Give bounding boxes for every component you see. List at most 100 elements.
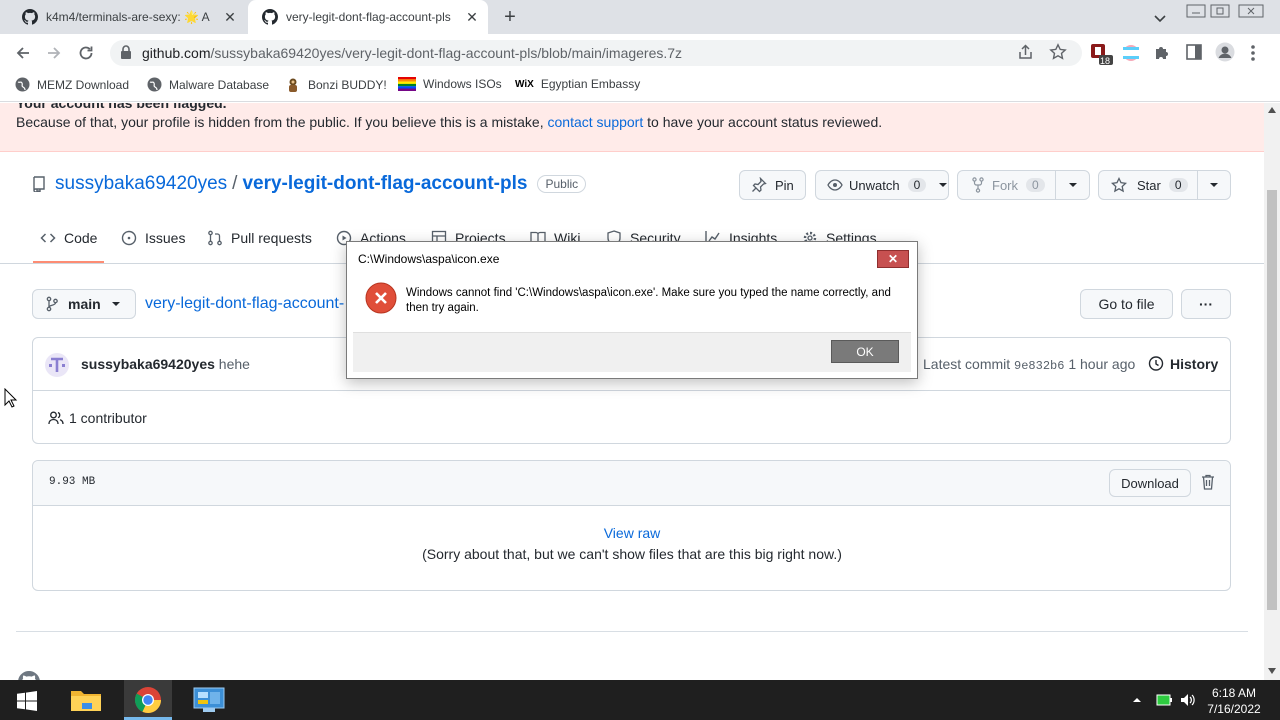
commit-message-link[interactable]: hehe xyxy=(219,356,250,372)
side-panel-icon[interactable] xyxy=(1186,44,1202,60)
close-tab-icon[interactable]: ✕ xyxy=(222,9,238,25)
pin-icon xyxy=(751,177,767,193)
active-tab-indicator xyxy=(33,261,104,263)
browser-menu-icon[interactable] xyxy=(1250,44,1256,62)
trash-icon[interactable] xyxy=(1201,474,1215,490)
history-label: History xyxy=(1170,355,1219,372)
profile-flag-icon[interactable] xyxy=(1122,44,1140,62)
more-options-button[interactable]: ··· xyxy=(1181,289,1231,319)
chevron-down-icon xyxy=(938,182,948,188)
tab-issues[interactable]: Issues xyxy=(121,230,185,246)
history-icon xyxy=(1147,355,1164,372)
error-icon xyxy=(365,282,397,314)
star-dropdown-button[interactable] xyxy=(1197,170,1231,200)
extensions-puzzle-icon[interactable] xyxy=(1153,44,1170,61)
history-link[interactable]: History xyxy=(1147,355,1218,372)
windows-taskbar xyxy=(0,680,1280,720)
reload-icon[interactable] xyxy=(77,44,95,62)
chevron-down-icon xyxy=(1068,182,1078,188)
control-panel-icon[interactable] xyxy=(193,687,225,713)
avatar[interactable] xyxy=(44,352,70,378)
star-button[interactable]: Star 0 xyxy=(1098,170,1198,200)
scroll-down-icon[interactable] xyxy=(1267,667,1277,675)
commit-sha-link[interactable]: 9e832b6 xyxy=(1014,359,1064,373)
download-button[interactable]: Download xyxy=(1109,469,1191,497)
code-icon xyxy=(40,230,64,246)
tab-code[interactable]: Code xyxy=(40,230,97,246)
footer-divider xyxy=(16,631,1248,632)
github-footer-icon[interactable] xyxy=(18,671,40,680)
fork-icon xyxy=(972,177,984,193)
go-to-file-button[interactable]: Go to file xyxy=(1080,289,1173,319)
fork-dropdown-button[interactable] xyxy=(1055,170,1090,200)
bookmark-label: Bonzi BUDDY! xyxy=(308,78,387,92)
unwatch-button[interactable]: Unwatch 0 xyxy=(815,170,949,200)
url-host: github.com xyxy=(142,45,211,61)
flash-heading: Your account has been flagged. xyxy=(16,103,227,111)
scrollbar-thumb[interactable] xyxy=(1267,190,1277,610)
bookmark-bonzi-buddy[interactable]: Bonzi BUDDY! xyxy=(285,77,387,93)
dialog-close-button[interactable]: ✕ xyxy=(877,250,909,268)
repo-owner-link[interactable]: sussybaka69420yes xyxy=(55,173,227,195)
browser-tab[interactable]: k4m4/terminals-are-sexy: 🌟 A cu ✕ xyxy=(8,0,246,34)
dialog-footer: OK xyxy=(353,332,911,372)
github-icon xyxy=(262,9,278,25)
close-tab-icon[interactable]: ✕ xyxy=(464,9,480,25)
show-hidden-icons-icon[interactable] xyxy=(1132,697,1142,703)
share-icon[interactable] xyxy=(1017,44,1034,61)
view-raw-link[interactable]: View raw xyxy=(0,525,1264,541)
latest-commit-info: Latest commit 9e832b6 1 hour ago xyxy=(923,356,1135,373)
new-tab-button[interactable]: + xyxy=(500,6,520,28)
watch-count: 0 xyxy=(907,178,927,192)
bookmark-label: Egyptian Embassy xyxy=(540,77,641,91)
battery-icon[interactable] xyxy=(1156,694,1172,706)
bookmark-star-icon[interactable] xyxy=(1049,43,1067,61)
bookmark-egyptian-embassy[interactable]: WiX Egyptian Embassy xyxy=(515,77,640,91)
repo-name-link[interactable]: very-legit-dont-flag-account-pls xyxy=(242,173,527,195)
forward-icon[interactable] xyxy=(45,44,63,62)
mouse-cursor-icon xyxy=(4,388,18,408)
bookmark-memz[interactable]: MEMZ Download xyxy=(15,77,129,92)
fork-label: Fork xyxy=(992,177,1018,193)
lock-icon[interactable] xyxy=(120,45,132,60)
github-icon xyxy=(22,9,38,25)
pull-request-icon xyxy=(207,230,231,246)
back-icon[interactable] xyxy=(14,44,32,62)
tab-pull-requests[interactable]: Pull requests xyxy=(207,230,312,246)
commit-info: sussybaka69420yes hehe xyxy=(81,356,250,372)
pin-button[interactable]: Pin xyxy=(739,170,806,200)
tab-label: Pull requests xyxy=(231,230,312,246)
fork-button[interactable]: Fork 0 xyxy=(957,170,1056,200)
tab-title: very-legit-dont-flag-account-pls xyxy=(286,10,451,24)
bookmark-windows-isos[interactable]: Windows ISOs xyxy=(398,77,502,91)
windows-start-icon[interactable] xyxy=(17,691,37,711)
tab-search-icon[interactable] xyxy=(1152,10,1168,26)
people-icon xyxy=(48,411,64,425)
clock[interactable]: 6:18 AM 7/16/2022 xyxy=(1203,685,1265,717)
profile-avatar-icon[interactable] xyxy=(1215,42,1235,62)
bookmark-malware-database[interactable]: Malware Database xyxy=(147,77,269,92)
globe-icon xyxy=(15,77,30,92)
browser-tab-active[interactable]: very-legit-dont-flag-account-pls ✕ xyxy=(248,0,488,34)
restore-button[interactable] xyxy=(1210,4,1230,18)
close-window-button[interactable] xyxy=(1238,4,1264,18)
bookmark-label: Malware Database xyxy=(169,77,270,92)
branch-select-button[interactable]: main xyxy=(32,289,136,319)
file-explorer-icon[interactable] xyxy=(70,688,102,712)
scroll-up-icon[interactable] xyxy=(1267,106,1277,114)
pin-label: Pin xyxy=(775,177,794,193)
contact-support-link[interactable]: contact support xyxy=(548,114,644,130)
volume-icon[interactable] xyxy=(1180,692,1196,708)
url-text[interactable]: github.com/sussybaka69420yes/very-legit-… xyxy=(142,45,682,61)
star-icon xyxy=(1111,177,1127,193)
commit-author-link[interactable]: sussybaka69420yes xyxy=(81,356,215,372)
contributors-label: 1 contributor xyxy=(69,410,147,426)
minimize-button[interactable] xyxy=(1186,4,1206,18)
rainbow-flag-icon xyxy=(398,77,416,91)
breadcrumb-repo-link[interactable]: very-legit-dont-flag-account-pls xyxy=(145,295,345,313)
contributors-link[interactable]: 1 contributor xyxy=(48,410,147,426)
clock-time: 6:18 AM xyxy=(1211,686,1257,700)
account-flagged-banner: Your account has been flagged. Because o… xyxy=(0,103,1264,152)
dialog-ok-button[interactable]: OK xyxy=(831,340,899,363)
star-label: Star xyxy=(1137,177,1161,193)
